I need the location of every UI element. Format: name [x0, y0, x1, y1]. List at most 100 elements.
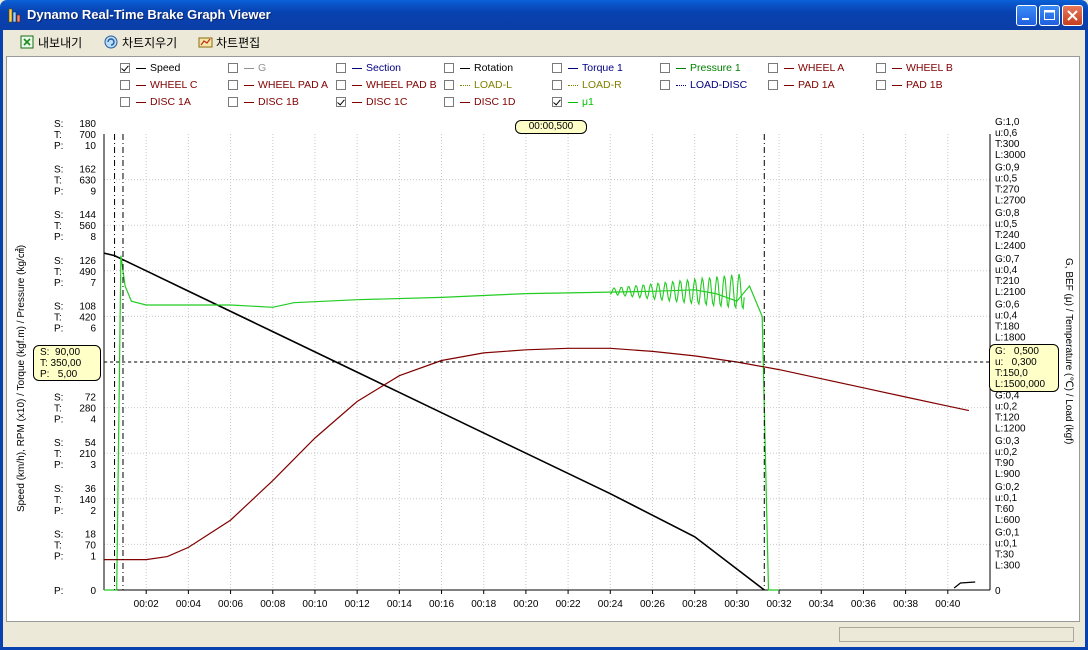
cursor-mu-value: u: 0,300 — [995, 357, 1037, 368]
left-tick-key: S: — [54, 119, 63, 130]
left-tick-value: 700 — [79, 130, 96, 141]
left-tick-key: P: — [54, 187, 63, 198]
left-axis-title: Speed (km/h), RPM (x10) / Torque (kgf.m)… — [15, 245, 27, 512]
status-bar — [6, 624, 1080, 645]
x-tick-label: 00:14 — [387, 599, 412, 610]
left-tick-value: 3 — [90, 460, 96, 471]
right-tick-value: G:0,4 — [995, 391, 1020, 402]
right-cursor-readout: G: 0,500 u: 0,300 T:150,0 L:1500,000 — [989, 344, 1059, 392]
left-tick-key: P: — [54, 232, 63, 243]
x-tick-label: 00:20 — [513, 599, 538, 610]
x-tick-label: 00:04 — [176, 599, 201, 610]
right-tick-value: T:210 — [995, 276, 1020, 287]
left-tick-value: 6 — [90, 323, 96, 334]
left-tick-value: 144 — [79, 210, 96, 221]
right-tick-value: L:2400 — [995, 241, 1026, 252]
chart-series — [103, 252, 976, 591]
status-pane — [839, 627, 1074, 642]
left-tick-key: P: — [54, 460, 63, 471]
right-tick-value: G:0,3 — [995, 436, 1020, 447]
left-tick-key: T: — [54, 130, 62, 141]
right-tick-value: u:0,6 — [995, 128, 1018, 139]
left-tick-key: P: — [54, 551, 63, 562]
left-tick-key: T: — [54, 449, 62, 460]
series-line-disc-1c — [104, 347, 970, 561]
left-tick-key: P: — [54, 415, 63, 426]
right-tick-value: G:0,7 — [995, 254, 1020, 265]
left-tick-value: 18 — [85, 529, 97, 540]
left-tick-value: 2 — [90, 506, 96, 517]
left-tick-key: S: — [54, 256, 63, 267]
x-tick-label: 00:22 — [556, 599, 581, 610]
left-tick-key: P: — [54, 506, 63, 517]
right-tick-value: u:0,4 — [995, 265, 1018, 276]
series-line-mu1-oscillation — [609, 273, 745, 311]
left-tick-key: P: — [54, 141, 63, 152]
brake-graph-chart[interactable]: S: 180T: 700P: 10S: 162T: 630P: 9S: 144T: 560P: 8… — [0, 0, 1088, 650]
left-tick-value: 0 — [90, 586, 96, 597]
series-line-speed — [103, 252, 765, 591]
right-tick-value: L:600 — [995, 515, 1020, 526]
x-tick-label: 00:36 — [851, 599, 876, 610]
x-tick-label: 00:08 — [260, 599, 285, 610]
x-tick-label: 00:02 — [134, 599, 159, 610]
right-tick-value: u:0,5 — [995, 219, 1018, 230]
x-tick-label: 00:24 — [598, 599, 623, 610]
cursor-speed-value: S: 90,00 — [40, 347, 81, 358]
left-tick-value: 180 — [79, 119, 96, 130]
left-tick-key: S: — [54, 393, 63, 404]
left-tick-key: T: — [54, 221, 62, 232]
cursor-temp-value: T:150,0 — [995, 368, 1028, 379]
left-tick-value: 108 — [79, 301, 96, 312]
cursor-torque-value: T: 350,00 — [40, 358, 82, 369]
right-tick-value: u:0,2 — [995, 447, 1018, 458]
x-tick-label: 00:28 — [682, 599, 707, 610]
series-line-tail — [953, 581, 976, 589]
left-tick-value: 8 — [90, 232, 96, 243]
x-axis: 00:02 00:04 00:06 00:08 00:10 00:12 00:14 00:16… — [134, 590, 961, 610]
time-marker[interactable]: 00:00,500 — [515, 120, 587, 134]
left-tick-value: 126 — [79, 256, 96, 267]
right-tick-value: u:0,1 — [995, 538, 1018, 549]
left-tick-key: P: — [54, 278, 63, 289]
right-tick-value: L:3000 — [995, 150, 1026, 161]
left-tick-value: 36 — [85, 484, 97, 495]
left-tick-key: T: — [54, 495, 62, 506]
right-tick-value: T:270 — [995, 185, 1020, 196]
right-tick-value: L:2700 — [995, 196, 1026, 207]
right-tick-value: L:300 — [995, 560, 1020, 571]
right-tick-value: L:1800 — [995, 332, 1026, 343]
right-tick-value: G:0,2 — [995, 482, 1020, 493]
right-tick-value: G:0,8 — [995, 208, 1020, 219]
left-tick-key: S: — [54, 529, 63, 540]
left-tick-key: S: — [54, 301, 63, 312]
left-tick-value: 4 — [90, 415, 96, 426]
x-tick-label: 00:18 — [471, 599, 496, 610]
right-tick-value: u:0,4 — [995, 310, 1018, 321]
x-tick-label: 00:26 — [640, 599, 665, 610]
left-tick-key: P: — [54, 323, 63, 334]
left-tick-key: S: — [54, 210, 63, 221]
left-tick-key: T: — [54, 267, 62, 278]
right-tick-value: T:90 — [995, 458, 1014, 469]
x-tick-label: 00:06 — [218, 599, 243, 610]
left-tick-value: 490 — [79, 267, 96, 278]
right-tick-value: 0 — [995, 586, 1001, 597]
right-tick-value: T:180 — [995, 321, 1020, 332]
x-tick-label: 00:16 — [429, 599, 454, 610]
left-tick-key: T: — [54, 312, 62, 323]
left-tick-value: 420 — [79, 312, 96, 323]
x-tick-label: 00:30 — [724, 599, 749, 610]
left-tick-value: 70 — [85, 540, 97, 551]
right-tick-value: G:0,6 — [995, 299, 1020, 310]
right-tick-value: T:240 — [995, 230, 1020, 241]
left-tick-value: 1 — [90, 551, 96, 562]
right-tick-value: T:120 — [995, 413, 1020, 424]
right-tick-value: T:30 — [995, 549, 1014, 560]
left-tick-value: 7 — [90, 278, 96, 289]
left-tick-value: 10 — [85, 141, 97, 152]
left-tick-value: 162 — [79, 165, 96, 176]
left-cursor-readout: S: 90,00 T: 350,00 P: 5,00 — [33, 345, 101, 381]
x-tick-label: 00:40 — [935, 599, 960, 610]
left-tick-value: 9 — [90, 187, 96, 198]
